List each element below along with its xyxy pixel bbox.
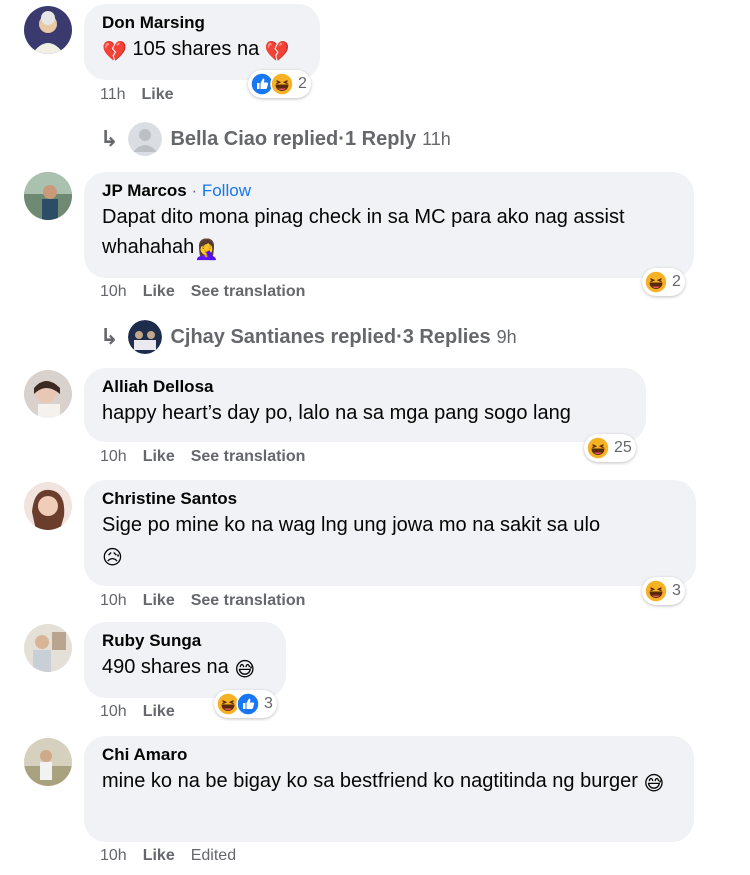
avatar[interactable] <box>24 172 72 220</box>
commenter-name[interactable]: JP Marcos <box>102 181 187 200</box>
reaction-summary[interactable]: 2 <box>248 70 311 98</box>
comment-text: 💔 105 shares na 💔 <box>102 34 302 67</box>
reply-timestamp: 11h <box>422 128 451 149</box>
comment-bubble: Ruby Sunga 490 shares na 😅 <box>84 622 286 698</box>
haha-icon <box>586 436 610 460</box>
follow-button[interactable]: Follow <box>202 181 251 200</box>
comment-text: Dapat dito mona pinag check in sa MC par… <box>102 202 676 265</box>
comment-text: Sige po mine ko na wag lng ung jowa mo n… <box>102 510 678 573</box>
reaction-count: 3 <box>672 582 681 599</box>
comment-bubble: Don Marsing 💔 105 shares na 💔 <box>84 4 320 80</box>
edited-label: Edited <box>190 847 237 864</box>
comment-actions: 10h Like See translation <box>100 283 321 301</box>
reaction-summary[interactable]: 25 <box>584 434 636 462</box>
grinning-sweat-icon: 😅 <box>234 659 256 681</box>
reaction-summary[interactable]: 2 <box>642 268 685 296</box>
haha-icon <box>270 72 294 96</box>
reaction-count: 3 <box>264 695 273 712</box>
haha-icon <box>644 270 668 294</box>
reply-count: 3 Replies <box>402 325 491 348</box>
timestamp[interactable]: 11h <box>100 86 126 103</box>
timestamp[interactable]: 10h <box>100 283 127 300</box>
reply-avatar <box>128 320 163 354</box>
commenter-name[interactable]: Ruby Sunga <box>102 630 268 652</box>
comment-actions: 11h Like <box>100 86 190 104</box>
timestamp[interactable]: 10h <box>100 703 127 720</box>
reply-author: Bella Ciao replied <box>170 127 339 150</box>
see-translation-button[interactable]: See translation <box>191 592 306 609</box>
comment-actions: 10h Like See translation <box>100 592 321 610</box>
comment-actions: 10h Like Edited <box>100 847 252 865</box>
commenter-name[interactable]: Christine Santos <box>102 488 678 510</box>
comment-actions: 10h Like <box>100 703 191 721</box>
broken-heart-icon: 💔 <box>102 41 127 63</box>
like-button[interactable]: Like <box>143 592 175 609</box>
see-translation-button[interactable]: See translation <box>191 283 306 300</box>
comment-text: 490 shares na 😅 <box>102 652 268 685</box>
reply-arrow-icon: ↳ <box>100 126 119 151</box>
reply-author: Cjhay Santianes replied <box>170 325 397 348</box>
like-icon <box>236 692 260 716</box>
reply-timestamp: 9h <box>496 326 517 347</box>
avatar[interactable] <box>24 482 72 530</box>
timestamp[interactable]: 10h <box>100 592 127 609</box>
commenter-name[interactable]: Alliah Dellosa <box>102 376 628 398</box>
reaction-summary[interactable]: 3 <box>642 577 685 605</box>
like-button[interactable]: Like <box>143 703 175 720</box>
reaction-count: 2 <box>672 273 681 290</box>
reply-arrow-icon: ↳ <box>100 324 119 349</box>
avatar[interactable] <box>24 6 72 54</box>
broken-heart-icon: 💔 <box>264 41 290 63</box>
facepalm-icon: 🤦‍♀️ <box>194 239 220 261</box>
comment-bubble: JP Marcos · Follow Dapat dito mona pinag… <box>84 172 694 278</box>
like-button[interactable]: Like <box>143 847 175 864</box>
comment-actions: 10h Like See translation <box>100 448 321 466</box>
like-button[interactable]: Like <box>142 86 174 103</box>
commenter-header: JP Marcos · Follow <box>102 181 251 200</box>
sad-sweat-face-icon: 😥 <box>102 547 123 569</box>
comment-text: happy heart’s day po, lalo na sa mga pan… <box>102 402 571 424</box>
comment-text: mine ko na be bigay ko sa bestfriend ko … <box>102 766 676 799</box>
avatar[interactable] <box>24 624 72 672</box>
haha-icon <box>644 579 668 603</box>
like-button[interactable]: Like <box>143 448 175 465</box>
comment-bubble: Christine Santos Sige po mine ko na wag … <box>84 480 696 586</box>
reaction-count: 2 <box>298 75 307 92</box>
avatar[interactable] <box>24 370 72 418</box>
grinning-sweat-icon: 😅 <box>643 773 665 795</box>
reply-avatar <box>128 122 163 156</box>
comment-bubble: Alliah Dellosa happy heart’s day po, lal… <box>84 368 646 442</box>
comment-bubble: Chi Amaro mine ko na be bigay ko sa best… <box>84 736 694 842</box>
avatar[interactable] <box>24 738 72 786</box>
timestamp[interactable]: 10h <box>100 847 127 864</box>
timestamp[interactable]: 10h <box>100 448 127 465</box>
view-replies-link[interactable]: ↳ Cjhay Santianes replied · 3 Replies 9h <box>100 320 517 354</box>
see-translation-button[interactable]: See translation <box>191 448 306 465</box>
reply-count: 1 Reply <box>344 127 417 150</box>
commenter-name[interactable]: Chi Amaro <box>102 744 676 766</box>
reaction-count: 25 <box>614 439 632 456</box>
view-replies-link[interactable]: ↳ Bella Ciao replied · 1 Reply 11h <box>100 122 451 156</box>
commenter-name[interactable]: Don Marsing <box>102 12 302 34</box>
like-button[interactable]: Like <box>143 283 175 300</box>
reaction-summary[interactable]: 3 <box>214 690 277 718</box>
